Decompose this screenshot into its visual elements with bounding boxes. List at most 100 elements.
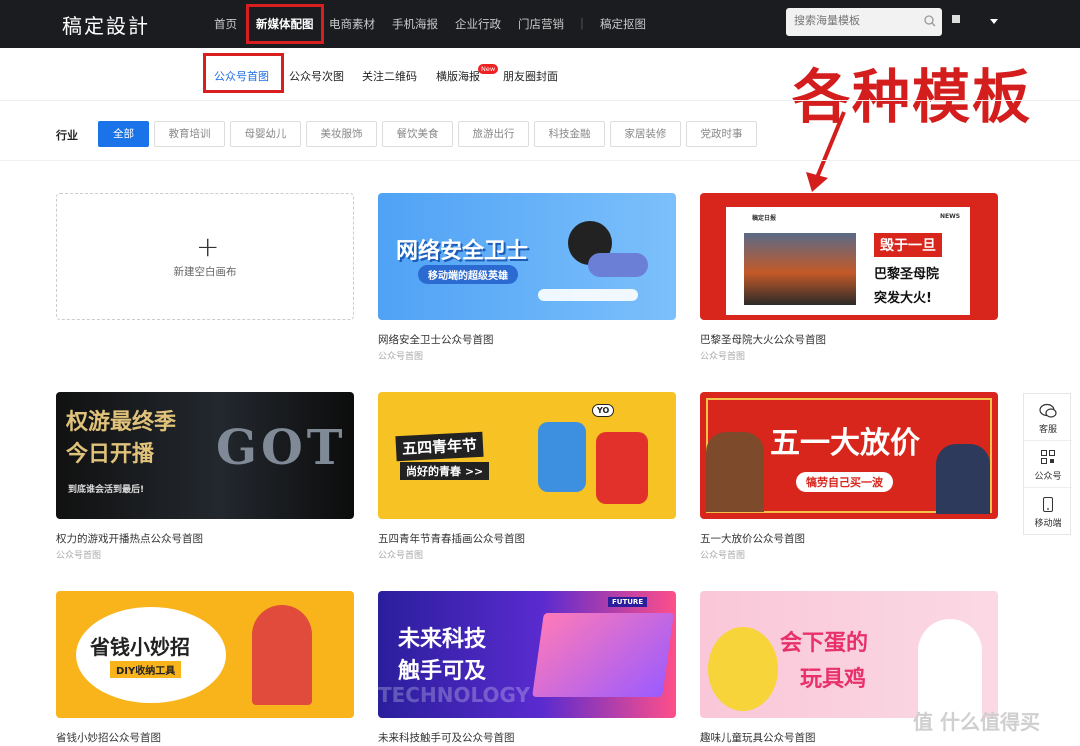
new-blank-canvas-card[interactable]: + 新建空白画布 — [56, 193, 354, 320]
new-badge: New — [478, 64, 499, 74]
people-illustration — [706, 432, 764, 512]
hero-body-illustration — [588, 253, 648, 277]
card-title[interactable]: 趣味儿童玩具公众号首图 — [700, 730, 816, 745]
new-blank-canvas-label: 新建空白画布 — [173, 266, 237, 278]
phone-icon — [1043, 497, 1053, 512]
card-tagline: 到底谁会活到最后! — [68, 485, 145, 495]
subnav-item-moments-cover[interactable]: 朋友圈封面 — [503, 68, 558, 84]
card-tagline: DIY收纳工具 — [110, 661, 182, 678]
subnav-item-qrcode[interactable]: 关注二维码 — [362, 68, 417, 84]
chevron-down-icon[interactable] — [990, 19, 998, 24]
highlight-box-nav — [246, 4, 324, 44]
nav-item-home[interactable]: 首页 — [214, 16, 237, 32]
child-photo — [918, 619, 982, 718]
nav-item-ecommerce[interactable]: 电商素材 — [329, 16, 375, 32]
side-item-service[interactable]: 客服 — [1024, 394, 1072, 441]
qrcode-icon — [1041, 450, 1055, 464]
card-headline-2: 触手可及 — [398, 659, 487, 684]
fire-photo — [744, 233, 856, 305]
card-tagline: 犒劳自己买一波 — [796, 472, 893, 492]
card-headline-1: 会下蛋的 — [780, 631, 869, 656]
card-line2: 突发大火! — [874, 291, 932, 306]
filter-tag-travel[interactable]: 旅游出行 — [458, 121, 529, 147]
card-title[interactable]: 省钱小妙招公众号首图 — [56, 730, 161, 745]
top-bar: 稿定設計 首页 新媒体配图 电商素材 手机海报 企业行政 门店营销 | 稿定抠图 — [0, 0, 1080, 48]
card-headline: 五一大放价 — [770, 426, 920, 461]
card-line1: 巴黎圣母院 — [874, 267, 940, 282]
card-tagline: 移动端的超级英雄 — [418, 265, 518, 284]
character-illustration — [596, 432, 648, 504]
card-masthead: 稿定日报 — [752, 215, 777, 222]
character-illustration — [538, 422, 586, 492]
wechat-icon — [1039, 403, 1057, 418]
watermark-text: TECHNOLOGY — [378, 683, 530, 707]
card-subtitle: 公众号首图 — [700, 352, 746, 362]
template-card-money-saving[interactable]: 省钱小妙招 DIY收纳工具 — [56, 591, 354, 718]
search-icon[interactable] — [924, 15, 936, 27]
speech-bubble: YO — [592, 404, 615, 417]
side-item-label: 公众号 — [1034, 472, 1062, 482]
filter-tag-home[interactable]: 家居装修 — [610, 121, 681, 147]
nav-item-mobile-poster[interactable]: 手机海报 — [392, 16, 438, 32]
side-item-official-account[interactable]: 公众号 — [1024, 441, 1072, 488]
side-item-mobile[interactable]: 移动端 — [1024, 488, 1072, 535]
megaphone-figure-illustration — [936, 444, 990, 514]
divider — [0, 100, 1080, 101]
side-float-panel: 客服 公众号 移动端 — [1023, 393, 1072, 535]
card-title[interactable]: 五一大放价公众号首图 — [700, 531, 805, 546]
card-headline-1: 未来科技 — [398, 627, 487, 652]
filter-tag-education[interactable]: 教育培训 — [154, 121, 225, 147]
girl-illustration — [252, 605, 312, 705]
template-card-mayday-sale[interactable]: 五一大放价 犒劳自己买一波 — [700, 392, 998, 519]
card-subtitle: 公众号首图 — [378, 352, 424, 362]
filter-tag-food[interactable]: 餐饮美食 — [382, 121, 453, 147]
password-bar — [538, 289, 638, 301]
plus-icon: + — [196, 230, 220, 263]
side-item-label: 客服 — [1038, 425, 1057, 435]
laptop-illustration — [532, 613, 674, 697]
filter-tag-all[interactable]: 全部 — [98, 121, 149, 147]
card-title[interactable]: 五四青年节青春插画公众号首图 — [378, 531, 525, 546]
card-headline: 网络安全卫士 — [396, 239, 529, 264]
filter-tag-tech[interactable]: 科技金融 — [534, 121, 605, 147]
logo[interactable]: 稿定設計 — [62, 10, 150, 39]
card-subtitle: 公众号首图 — [700, 551, 746, 561]
filter-label: 行业 — [56, 129, 78, 142]
chick-illustration — [708, 627, 778, 711]
search-box[interactable] — [786, 8, 942, 36]
card-tag: FUTURE — [608, 597, 648, 607]
filter-tag-beauty[interactable]: 美妆服饰 — [306, 121, 377, 147]
card-headline-2: 今日开播 — [66, 442, 155, 467]
card-subtitle: 公众号首图 — [378, 551, 424, 561]
card-headline: 省钱小妙招 — [90, 635, 190, 659]
template-card-notre-dame[interactable]: 稿定日报 NEWS 毁于一旦 巴黎圣母院 突发大火! — [700, 193, 998, 320]
card-headline: 毁于一旦 — [874, 233, 942, 257]
card-title[interactable]: 权力的游戏开播热点公众号首图 — [56, 531, 203, 546]
template-card-youth-day[interactable]: 五四青年节 尚好的青春 >> YO — [378, 392, 676, 519]
template-card-future-tech[interactable]: 未来科技 触手可及 FUTURE TECHNOLOGY — [378, 591, 676, 718]
template-card-network-security[interactable]: 网络安全卫士 移动端的超级英雄 — [378, 193, 676, 320]
card-title[interactable]: 网络安全卫士公众号首图 — [378, 332, 494, 347]
card-headline: 五四青年节 — [395, 431, 484, 462]
template-card-kids-toy[interactable]: 会下蛋的 玩具鸡 — [700, 591, 998, 718]
filter-tag-baby[interactable]: 母婴幼儿 — [230, 121, 301, 147]
filter-tag-politics[interactable]: 党政时事 — [686, 121, 757, 147]
divider — [0, 160, 1080, 161]
card-news-label: NEWS — [940, 213, 961, 220]
card-title[interactable]: 巴黎圣母院大火公众号首图 — [700, 332, 826, 347]
side-item-label: 移动端 — [1034, 519, 1062, 529]
user-avatar[interactable] — [952, 15, 960, 23]
nav-item-cutout[interactable]: 稿定抠图 — [600, 16, 646, 32]
nav-item-enterprise[interactable]: 企业行政 — [455, 16, 501, 32]
subnav-item-banner[interactable]: 横版海报 — [436, 68, 480, 84]
card-headline-1: 权游最终季 — [66, 410, 177, 435]
nav-separator: | — [580, 16, 584, 30]
got-logo: GOT — [216, 420, 347, 476]
template-card-got[interactable]: 权游最终季 今日开播 到底谁会活到最后! GOT — [56, 392, 354, 519]
search-input[interactable] — [794, 14, 914, 27]
subnav-item-secondary[interactable]: 公众号次图 — [289, 68, 344, 84]
nav-item-store[interactable]: 门店营销 — [518, 16, 564, 32]
annotation-arrow-icon — [806, 111, 846, 192]
card-headline-2: 玩具鸡 — [800, 667, 867, 692]
card-title[interactable]: 未来科技触手可及公众号首图 — [378, 730, 515, 745]
